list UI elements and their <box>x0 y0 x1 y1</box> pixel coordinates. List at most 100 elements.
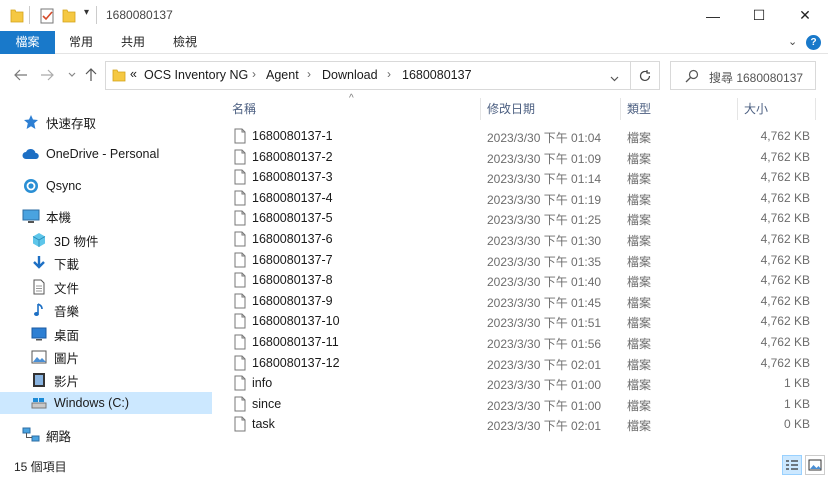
file-size: 4,762 KB <box>760 335 810 349</box>
file-row[interactable]: 1680080137-10 2023/3/30 下午 01:51 檔案 4,762 K… <box>230 311 810 331</box>
nav-3d-objects[interactable]: 3D 物件 <box>30 229 98 251</box>
file-row[interactable]: 1680080137-2 2023/3/30 下午 01:09 檔案 4,762 KB <box>230 147 810 167</box>
breadcrumb-ocs[interactable]: OCS Inventory NG <box>144 68 248 82</box>
tab-view[interactable]: 檢視 <box>162 31 208 54</box>
file-icon <box>234 169 246 185</box>
file-row[interactable]: 1680080137-12 2023/3/30 下午 02:01 檔案 4,762 K… <box>230 353 810 373</box>
nav-label: 3D 物件 <box>54 234 99 249</box>
nav-qsync[interactable]: Qsync <box>22 175 81 197</box>
nav-label: 桌面 <box>54 328 80 343</box>
close-button[interactable]: ✕ <box>782 0 828 31</box>
breadcrumb-current[interactable]: 1680080137 <box>402 68 472 82</box>
nav-label: 下載 <box>54 257 80 272</box>
expand-ribbon-icon[interactable]: ⌄ <box>788 35 797 48</box>
search-box[interactable]: 搜尋 1680080137 <box>670 61 816 90</box>
column-header-type[interactable]: 類型 <box>627 100 651 122</box>
back-button[interactable] <box>12 66 30 84</box>
file-size: 4,762 KB <box>760 170 810 185</box>
up-button[interactable] <box>82 66 100 84</box>
refresh-button[interactable] <box>631 61 660 90</box>
nav-videos[interactable]: 影片 <box>30 369 79 391</box>
computer-icon <box>22 208 40 224</box>
recent-locations-button[interactable] <box>63 66 81 84</box>
column-header-date[interactable]: 修改日期 <box>487 100 535 122</box>
large-icons-view-button[interactable] <box>805 455 825 475</box>
sort-ascending-icon: ^ <box>349 93 354 104</box>
forward-button[interactable] <box>38 66 56 84</box>
file-row[interactable]: 1680080137-5 2023/3/30 下午 01:25 檔案 4,762 KB <box>230 208 810 228</box>
details-view-button[interactable] <box>782 455 802 475</box>
breadcrumb-download[interactable]: Download <box>322 68 378 82</box>
file-icon <box>234 128 246 144</box>
file-row[interactable]: 1680080137-11 2023/3/30 下午 01:56 檔案 4,762 K… <box>230 332 810 352</box>
file-size: 4,762 KB <box>760 355 810 370</box>
file-type: 檔案 <box>627 254 652 269</box>
file-row[interactable]: info 2023/3/30 下午 01:00 檔案 1 KB <box>230 373 810 393</box>
column-divider[interactable] <box>737 98 738 120</box>
file-name: 1680080137-2 <box>252 149 333 164</box>
nav-this-pc[interactable]: 本機 <box>22 205 71 227</box>
chevron-right-icon[interactable]: › <box>252 67 256 81</box>
column-header-name[interactable]: 名稱 <box>232 100 256 122</box>
file-icon <box>234 293 246 309</box>
nav-onedrive[interactable]: OneDrive - Personal <box>22 143 159 165</box>
folder-icon[interactable] <box>10 8 24 24</box>
tab-home[interactable]: 常用 <box>58 31 104 54</box>
properties-icon[interactable] <box>40 8 55 24</box>
nav-pictures[interactable]: 圖片 <box>30 346 79 368</box>
column-header-size[interactable]: 大小 <box>744 100 768 122</box>
file-name: 1680080137-7 <box>252 252 333 267</box>
file-row[interactable]: since 2023/3/30 下午 01:00 檔案 1 KB <box>230 394 810 414</box>
chevron-right-icon[interactable]: › <box>307 67 311 81</box>
nav-desktop[interactable]: 桌面 <box>30 323 79 345</box>
file-type: 檔案 <box>627 357 652 372</box>
file-row[interactable]: 1680080137-3 2023/3/30 下午 01:14 檔案 4,762 KB <box>230 167 810 187</box>
address-bar[interactable]: « OCS Inventory NG › Agent › Download › … <box>105 61 631 90</box>
nav-network[interactable]: 網路 <box>22 424 71 446</box>
file-row[interactable]: task 2023/3/30 下午 02:01 檔案 0 KB <box>230 414 810 434</box>
nav-documents[interactable]: 文件 <box>30 276 79 298</box>
new-folder-icon[interactable] <box>62 8 76 24</box>
search-input[interactable]: 搜尋 1680080137 <box>709 69 803 86</box>
breadcrumb-agent[interactable]: Agent <box>266 68 299 82</box>
file-row[interactable]: 1680080137-8 2023/3/30 下午 01:40 檔案 4,762 KB <box>230 270 810 290</box>
chevron-right-icon[interactable]: › <box>387 67 391 81</box>
file-icon <box>234 313 246 329</box>
maximize-button[interactable]: ☐ <box>736 0 782 31</box>
column-divider[interactable] <box>815 98 816 120</box>
file-size: 4,762 KB <box>760 232 810 246</box>
file-row[interactable]: 1680080137-6 2023/3/30 下午 01:30 檔案 4,762 KB <box>230 229 810 249</box>
tab-file[interactable]: 檔案 <box>0 31 55 54</box>
file-type: 檔案 <box>627 131 652 145</box>
file-row[interactable]: 1680080137-1 2023/3/30 下午 01:04 檔案 4,762 KB <box>230 126 810 146</box>
file-icon <box>234 355 246 371</box>
large-icons-view-icon <box>808 459 822 471</box>
customize-toolbar-icon[interactable]: ▾ <box>84 7 89 23</box>
file-row[interactable]: 1680080137-4 2023/3/30 下午 01:19 檔案 4,762 KB <box>230 188 810 208</box>
help-icon[interactable]: ? <box>806 35 821 50</box>
file-name: 1680080137-11 <box>252 335 339 349</box>
nav-label: 音樂 <box>54 304 80 319</box>
file-type: 檔案 <box>627 213 652 228</box>
nav-downloads[interactable]: 下載 <box>30 252 79 274</box>
file-type: 檔案 <box>627 151 652 166</box>
column-divider[interactable] <box>480 98 481 120</box>
toolbar-divider <box>29 6 30 24</box>
qsync-icon <box>22 178 40 194</box>
minimize-button[interactable]: — <box>690 0 736 31</box>
file-name: 1680080137-5 <box>252 211 333 226</box>
column-divider[interactable] <box>620 98 621 120</box>
nav-music[interactable]: 音樂 <box>30 299 79 321</box>
file-row[interactable]: 1680080137-9 2023/3/30 下午 01:45 檔案 4,762 KB <box>230 291 810 311</box>
file-name: since <box>252 396 282 411</box>
file-icon <box>234 272 246 288</box>
nav-windows-c[interactable]: Windows (C:) <box>0 392 212 414</box>
file-row[interactable]: 1680080137-7 2023/3/30 下午 01:35 檔案 4,762 KB <box>230 250 810 270</box>
cloud-icon <box>22 146 40 162</box>
details-view-icon <box>786 460 798 470</box>
tab-share[interactable]: 共用 <box>110 31 156 54</box>
breadcrumb-overflow[interactable]: « <box>130 67 137 81</box>
nav-quick-access[interactable]: 快速存取 <box>22 111 96 133</box>
chevron-down-icon[interactable] <box>610 71 619 85</box>
video-icon <box>30 372 48 388</box>
